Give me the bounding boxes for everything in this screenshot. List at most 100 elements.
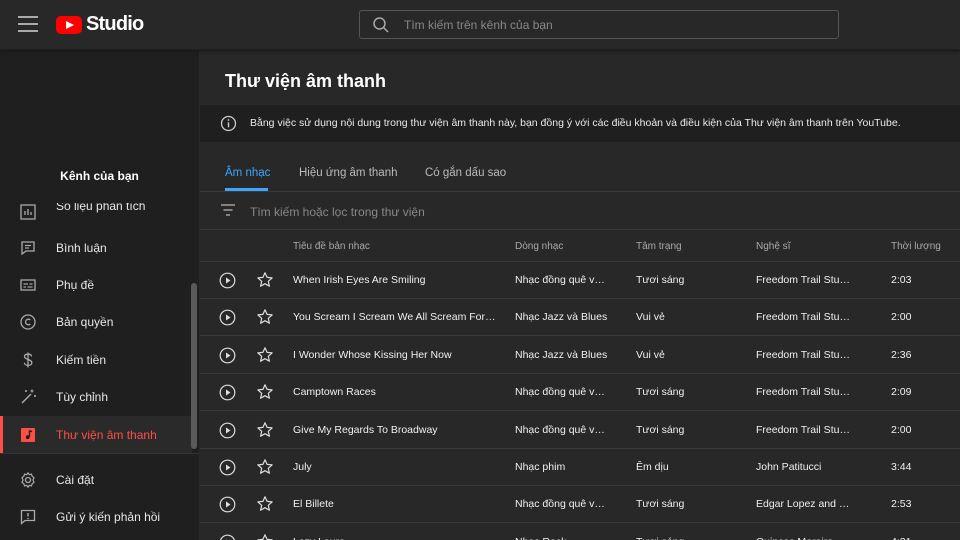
info-icon — [220, 115, 237, 132]
sidebar-item-feedback[interactable]: Gửi ý kiến phản hồi — [0, 498, 192, 535]
track-duration: 2:00 — [891, 311, 912, 324]
gear-icon — [21, 471, 35, 488]
track-row[interactable]: July Nhạc phim Êm dịu John Patitucci 3:44 — [200, 449, 960, 486]
track-row[interactable]: Lazy Laura Nhạc Rock Tươi sáng Quincas More… — [200, 524, 960, 540]
search-placeholder: Tìm kiếm trên kênh của bạn — [404, 18, 553, 32]
track-row[interactable]: You Scream I Scream We All Scream For Ic… — [200, 299, 960, 337]
sidebar-item-comments[interactable]: Bình luận — [0, 229, 192, 266]
track-row[interactable]: When Irish Eyes Are Smiling Nhạc đồng quê… — [200, 262, 960, 299]
tab-starred[interactable]: Có gắn dấu sao — [425, 167, 506, 179]
sidebar-item-label: Phụ đề — [56, 277, 95, 292]
track-duration: 2:09 — [891, 386, 912, 399]
track-artist: Freedom Trail Stud... — [756, 274, 852, 286]
audio-library-icon — [21, 427, 35, 442]
track-duration: 2:00 — [891, 423, 912, 436]
play-icon[interactable] — [219, 534, 236, 540]
track-artist: Freedom Trail Stud... — [756, 386, 852, 399]
star-icon[interactable] — [256, 533, 274, 540]
track-row[interactable]: Give My Regards To Broadway Nhạc đồng quê… — [200, 412, 960, 449]
column-header-title[interactable]: Tiêu đề bản nhạc — [293, 241, 370, 252]
column-header-artist[interactable]: Nghệ sĩ — [756, 241, 790, 252]
track-duration: 3:44 — [891, 461, 912, 473]
comments-icon — [21, 240, 35, 255]
track-artist: Freedom Trail Stud... — [756, 348, 852, 361]
track-mood: Vui vẻ — [636, 348, 665, 361]
track-title: El Billete — [293, 498, 334, 511]
track-duration: 2:53 — [891, 498, 912, 511]
track-row[interactable]: El Billete Nhạc đồng quê và ... Tươi sáng E… — [200, 486, 960, 524]
logo-text: Studio — [86, 13, 144, 35]
column-header-genre[interactable]: Dòng nhạc — [515, 241, 563, 252]
sidebar-item-audio-library[interactable]: Thư viện âm thanh — [0, 416, 192, 453]
sidebar-item-subtitles[interactable]: Phụ đề — [0, 266, 192, 303]
track-title: When Irish Eyes Are Smiling — [293, 274, 426, 286]
sidebar-scrollbar[interactable] — [191, 283, 197, 449]
track-title: I Wonder Whose Kissing Her Now — [293, 348, 452, 361]
play-icon[interactable] — [219, 347, 236, 364]
star-icon[interactable] — [256, 308, 274, 326]
main-content: Thư viện âm thanh Bằng việc sử dụng nội … — [200, 51, 960, 540]
track-artist: Edgar Lopez and Q... — [756, 498, 852, 511]
track-title: Lazy Laura — [293, 536, 496, 540]
play-icon[interactable] — [219, 422, 236, 439]
track-artist: Freedom Trail Stud... — [756, 311, 852, 324]
copyright-icon — [20, 313, 36, 330]
sidebar-item-label: Kiếm tiền — [56, 352, 107, 367]
track-mood: Tươi sáng — [636, 423, 685, 436]
feedback-icon — [20, 509, 36, 525]
sidebar-item-monetization[interactable]: Kiếm tiền — [0, 341, 192, 378]
track-title: You Scream I Scream We All Scream For Ic… — [293, 311, 496, 324]
track-row[interactable]: I Wonder Whose Kissing Her Now Nhạc Jazz … — [200, 337, 960, 374]
studio-logo[interactable]: Studio — [56, 13, 144, 36]
track-genre: Nhạc Jazz và Blues — [515, 348, 608, 361]
track-mood: Tươi sáng — [636, 386, 685, 399]
track-artist: Freedom Trail Stud... — [756, 423, 852, 436]
track-row[interactable]: Camptown Races Nhạc đồng quê và ... Tươi s… — [200, 374, 960, 412]
play-icon[interactable] — [219, 384, 236, 401]
sidebar-item-customization[interactable]: Tùy chỉnh — [0, 378, 192, 415]
youtube-play-logo-icon — [56, 15, 82, 34]
track-mood: Tươi sáng — [636, 498, 685, 511]
tabs-divider — [200, 191, 960, 192]
star-icon[interactable] — [256, 383, 274, 401]
track-genre: Nhạc Rock — [515, 536, 610, 540]
sidebar-item-settings[interactable]: Cài đặt — [0, 461, 192, 498]
star-icon[interactable] — [256, 495, 274, 513]
star-icon[interactable] — [256, 271, 274, 289]
track-artist: Quincas Moreira — [756, 536, 852, 540]
subtitles-icon — [20, 278, 36, 291]
star-icon[interactable] — [256, 421, 274, 439]
track-mood: Êm dịu — [636, 461, 669, 473]
channel-label: Kênh của bạn — [60, 169, 139, 183]
track-title: Give My Regards To Broadway — [293, 423, 438, 436]
play-icon[interactable] — [219, 496, 236, 513]
sidebar-item-label: Thư viện âm thanh — [56, 427, 157, 442]
sidebar-item-copyright[interactable]: Bản quyền — [0, 303, 192, 340]
sidebar-item-label: Bình luận — [56, 240, 107, 255]
tab-sound-effects[interactable]: Hiệu ứng âm thanh — [299, 167, 397, 179]
play-icon[interactable] — [219, 459, 236, 476]
sidebar-item-label: Tùy chỉnh — [56, 389, 109, 404]
column-header-duration[interactable]: Thời lượng — [891, 241, 941, 252]
sidebar-item-label: Số liệu phân tích — [56, 203, 146, 213]
track-mood: Vui vẻ — [636, 311, 665, 324]
filter-divider — [200, 229, 960, 230]
search-icon — [373, 17, 389, 33]
track-duration: 2:03 — [891, 274, 912, 286]
play-icon[interactable] — [219, 272, 236, 289]
column-header-mood[interactable]: Tâm trạng — [636, 241, 682, 252]
sidebar-nav: Số liệu phân tích Bình luận Phụ đề Bản q… — [0, 203, 199, 453]
tab-music[interactable]: Âm nhạc — [225, 167, 270, 179]
analytics-icon — [20, 204, 36, 220]
star-icon[interactable] — [256, 458, 274, 476]
track-mood: Tươi sáng — [636, 274, 685, 286]
library-filter-input[interactable]: Tìm kiếm hoặc lọc trong thư viện — [250, 205, 425, 219]
play-icon[interactable] — [219, 309, 236, 326]
sidebar-item-analytics[interactable]: Số liệu phân tích — [0, 203, 192, 230]
channel-search-input[interactable]: Tìm kiếm trên kênh của bạn — [359, 10, 839, 39]
hamburger-menu-icon[interactable] — [18, 16, 38, 32]
star-icon[interactable] — [256, 346, 274, 364]
track-genre: Nhạc Jazz và Blues — [515, 311, 608, 324]
filter-icon[interactable] — [220, 203, 236, 217]
terms-notice-banner: Bằng việc sử dụng nội dung trong thư việ… — [200, 105, 960, 142]
